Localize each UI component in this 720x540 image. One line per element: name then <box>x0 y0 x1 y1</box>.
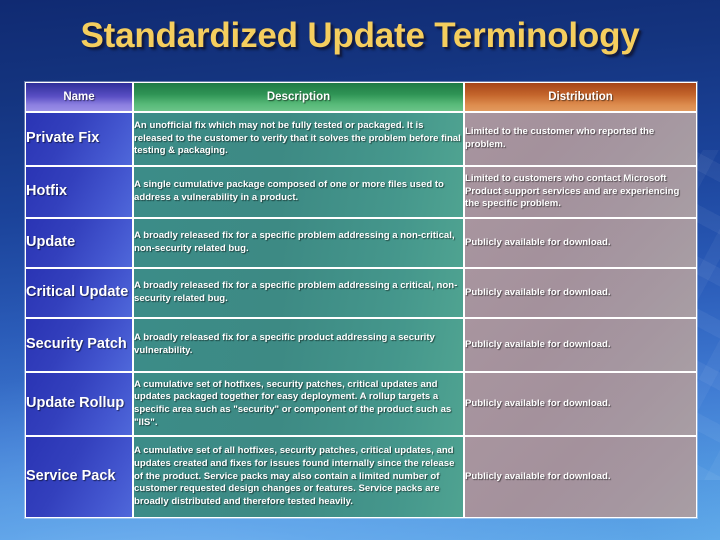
cell-distribution: Publicly available for download. <box>464 218 697 268</box>
column-header-distribution: Distribution <box>464 82 697 112</box>
cell-name: Update <box>25 218 133 268</box>
cell-description: A broadly released fix for a specific pr… <box>133 318 464 372</box>
table-row: Hotfix A single cumulative package compos… <box>25 166 697 218</box>
slide-canvas: Standardized Update Terminology Name Des… <box>0 0 720 540</box>
cell-distribution: Limited to customers who contact Microso… <box>464 166 697 218</box>
table-row: Service Pack A cumulative set of all hotf… <box>25 436 697 518</box>
cell-name: Service Pack <box>25 436 133 518</box>
table-header-row: Name Description Distribution <box>25 82 697 112</box>
cell-description: A single cumulative package composed of … <box>133 166 464 218</box>
cell-distribution: Publicly available for download. <box>464 318 697 372</box>
cell-distribution: Limited to the customer who reported the… <box>464 112 697 166</box>
cell-description: A broadly released fix for a specific pr… <box>133 268 464 318</box>
cell-name: Critical Update <box>25 268 133 318</box>
cell-description: A broadly released fix for a specific pr… <box>133 218 464 268</box>
table-body: Private Fix An unofficial fix which may n… <box>25 112 697 518</box>
table-row: Security Patch A broadly released fix for… <box>25 318 697 372</box>
cell-distribution: Publicly available for download. <box>464 268 697 318</box>
cell-name: Update Rollup <box>25 372 133 436</box>
cell-distribution: Publicly available for download. <box>464 372 697 436</box>
table-row: Private Fix An unofficial fix which may n… <box>25 112 697 166</box>
cell-name: Hotfix <box>25 166 133 218</box>
column-header-name: Name <box>25 82 133 112</box>
cell-description: An unofficial fix which may not be fully… <box>133 112 464 166</box>
table-row: Update Rollup A cumulative set of hotfixe… <box>25 372 697 436</box>
terminology-table: Name Description Distribution Private Fi… <box>25 82 697 518</box>
cell-distribution: Publicly available for download. <box>464 436 697 518</box>
table-row: Critical Update A broadly released fix fo… <box>25 268 697 318</box>
table-row: Update A broadly released fix for a speci… <box>25 218 697 268</box>
cell-description: A cumulative set of all hotfixes, securi… <box>133 436 464 518</box>
cell-name: Private Fix <box>25 112 133 166</box>
page-title: Standardized Update Terminology <box>80 16 640 55</box>
cell-name: Security Patch <box>25 318 133 372</box>
cell-description: A cumulative set of hotfixes, security p… <box>133 372 464 436</box>
column-header-description: Description <box>133 82 464 112</box>
